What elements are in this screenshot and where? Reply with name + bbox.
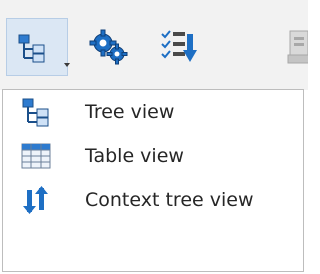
menu-item-table-view[interactable]: Table view: [3, 134, 303, 178]
menu-item-tree-view[interactable]: Tree view: [3, 90, 303, 134]
view-mode-menu: Tree view Table view Context tree view: [2, 89, 304, 272]
tree-view-icon: [21, 97, 51, 127]
disabled-tool-icon: [286, 29, 308, 65]
menu-item-label: Context tree view: [85, 189, 254, 211]
gears-icon: [89, 29, 129, 65]
tree-view-icon: [17, 33, 47, 63]
menu-item-label: Table view: [85, 145, 184, 167]
view-mode-dropdown-button[interactable]: [6, 18, 70, 76]
context-tree-view-icon: [21, 185, 51, 215]
menu-item-context-tree-view[interactable]: Context tree view: [3, 178, 303, 222]
chevron-down-icon: [64, 63, 70, 67]
disabled-tool-button: [276, 18, 308, 76]
menu-item-label: Tree view: [85, 101, 175, 123]
settings-button[interactable]: [80, 18, 138, 76]
checklist-sort-icon: [159, 28, 197, 66]
checklist-sort-button[interactable]: [150, 18, 206, 76]
table-view-icon: [21, 141, 51, 171]
toolbar: [0, 0, 308, 90]
